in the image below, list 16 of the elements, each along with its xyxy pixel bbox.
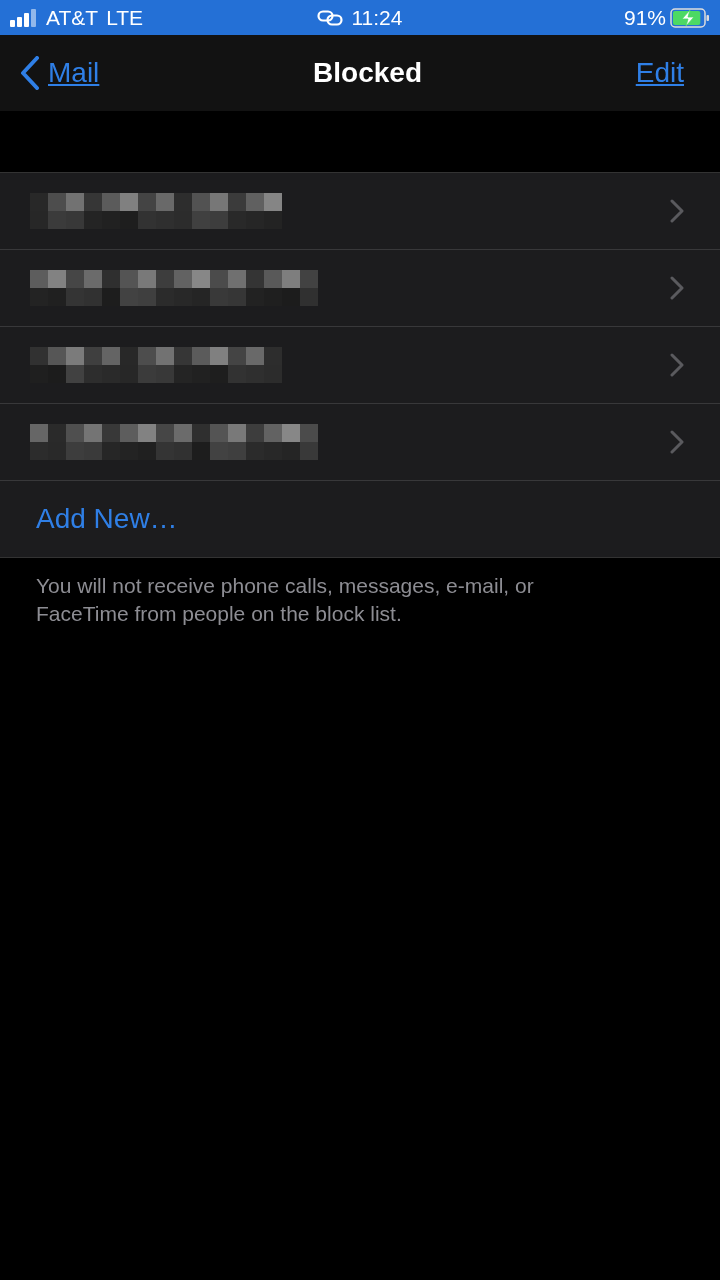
- edit-link[interactable]: Edit: [635, 57, 684, 89]
- add-new-link[interactable]: Add New…: [0, 481, 720, 557]
- chevron-icon: [670, 199, 684, 223]
- network-text: LTE: [106, 5, 144, 30]
- signal-icon: [10, 8, 38, 27]
- clock-text: 11:24: [351, 5, 403, 30]
- chevron-icon: [670, 276, 684, 300]
- block-list-note: You will not receive phone calls, messages, e-mail, or FaceTime from people on the block list.: [36, 573, 535, 627]
- back-link[interactable]: Mail: [20, 56, 100, 90]
- carrier-text: AT&T: [46, 5, 99, 30]
- page-title: Blocked: [313, 57, 422, 89]
- back-chevron-icon: [20, 56, 40, 90]
- chevron-icon: [670, 353, 684, 377]
- chevron-icon: [670, 430, 684, 454]
- battery-percent: 91%: [623, 5, 666, 30]
- link-icon: [317, 9, 344, 26]
